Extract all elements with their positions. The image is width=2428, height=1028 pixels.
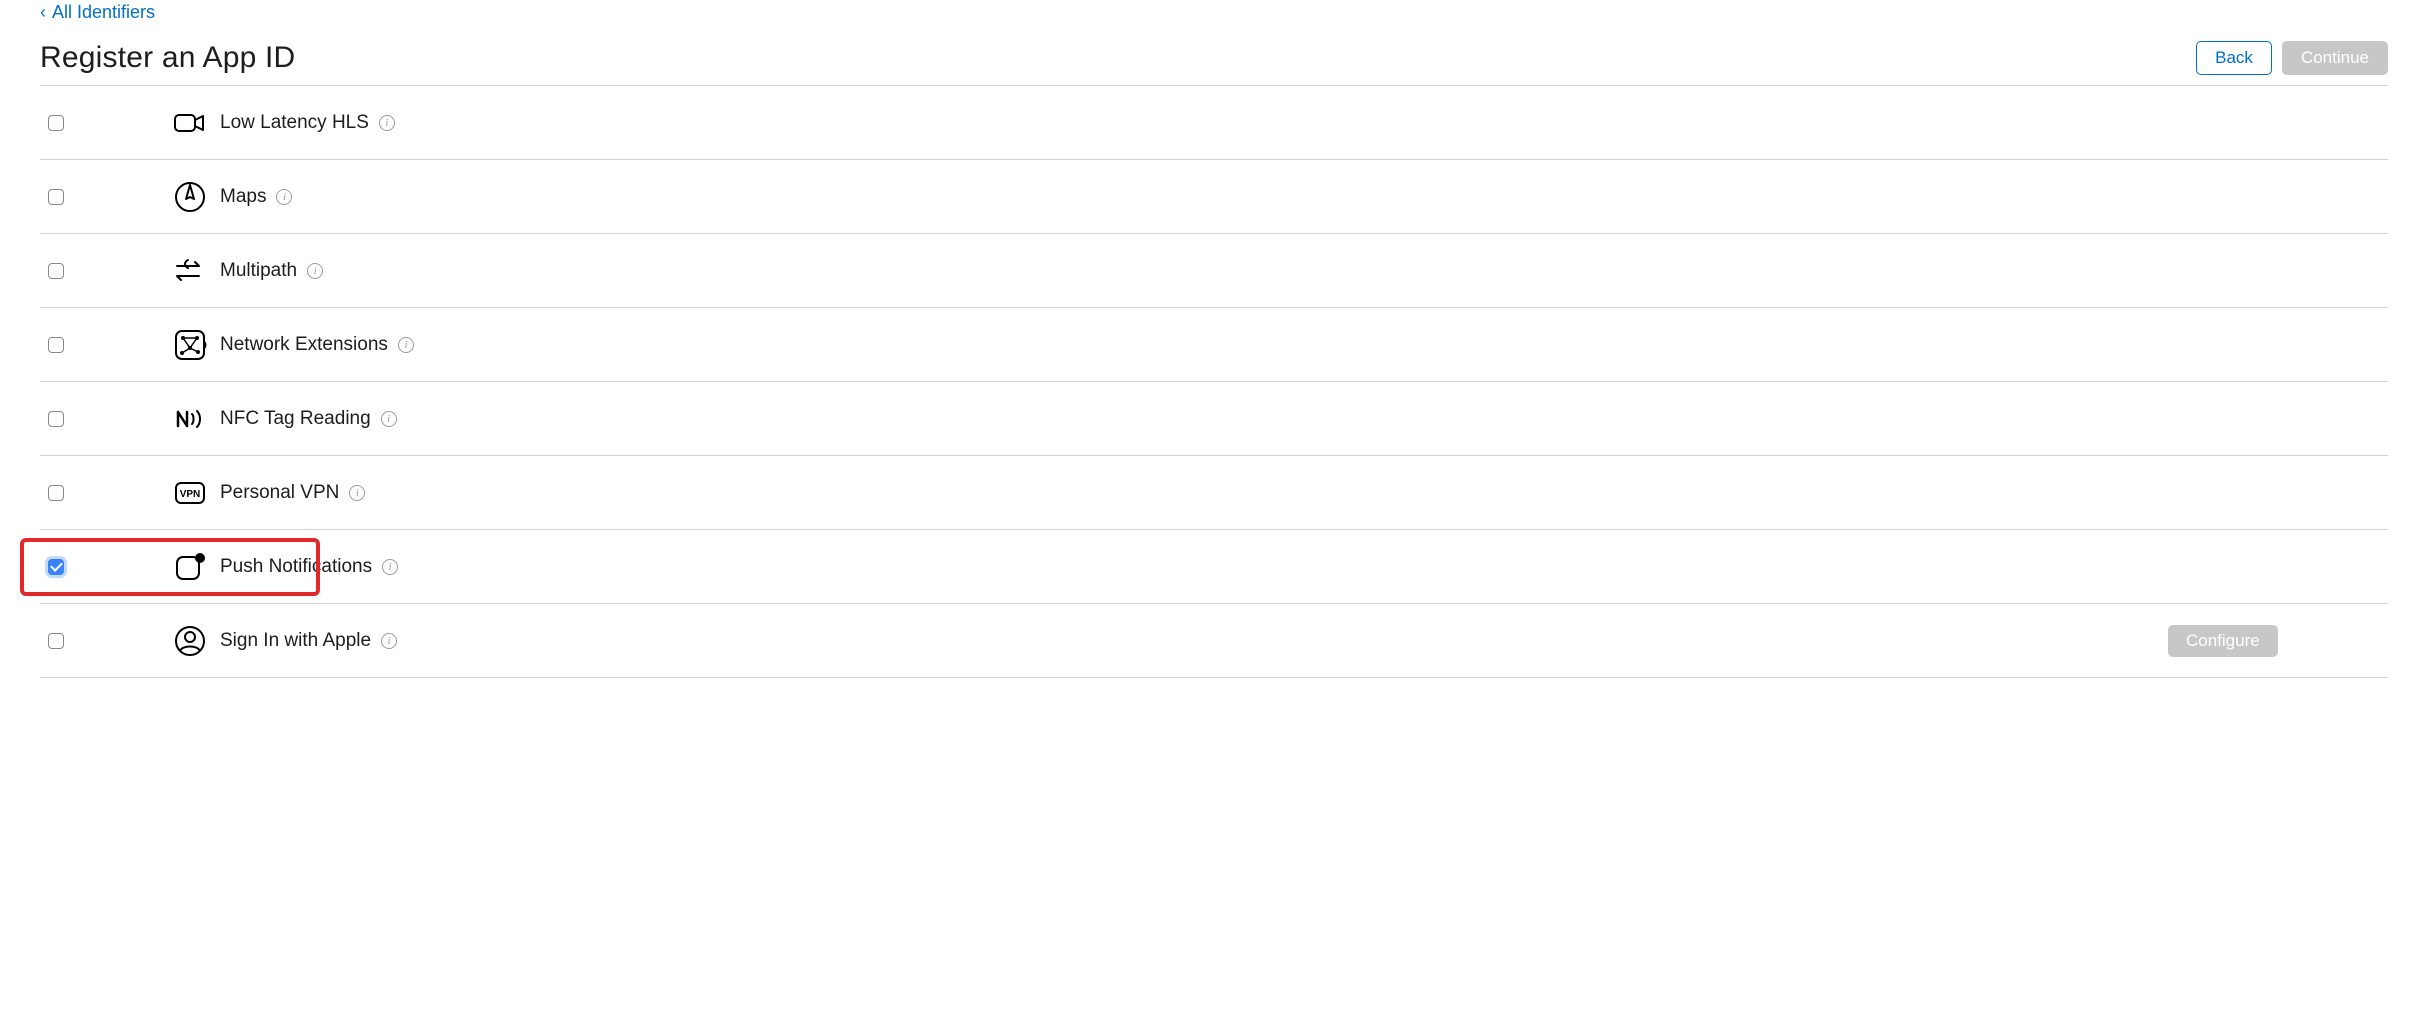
capability-checkbox-sign-in-with-apple[interactable] (48, 633, 64, 649)
capability-checkbox-low-latency-hls[interactable] (48, 115, 64, 131)
capability-row-personal-vpn: Personal VPN i (40, 456, 2388, 530)
chevron-left-icon: ‹ (40, 2, 46, 23)
info-icon[interactable]: i (381, 633, 397, 649)
push-badge-icon (173, 550, 207, 584)
network-graph-icon (173, 328, 207, 362)
compass-icon (173, 180, 207, 214)
capability-row-push-notifications: Push Notifications i (40, 530, 2388, 604)
capability-checkbox-push-notifications[interactable] (48, 559, 64, 575)
configure-button-sign-in-with-apple: Configure (2168, 625, 2278, 657)
capabilities-table: Low Latency HLSiMapsiMultipathiNetwork E… (40, 85, 2388, 678)
capability-checkbox-multipath[interactable] (48, 263, 64, 279)
capability-checkbox-nfc-tag-reading[interactable] (48, 411, 64, 427)
info-icon[interactable]: i (381, 411, 397, 427)
capability-label: Network Extensions (220, 334, 388, 356)
capability-checkbox-maps[interactable] (48, 189, 64, 205)
all-identifiers-link[interactable]: ‹ All Identifiers (40, 2, 155, 23)
person-circle-icon (173, 624, 207, 658)
continue-button: Continue (2282, 41, 2388, 75)
capability-label: Multipath (220, 260, 297, 282)
capability-label: Sign In with Apple (220, 630, 371, 652)
info-icon[interactable]: i (349, 485, 365, 501)
info-icon[interactable]: i (307, 263, 323, 279)
capability-label: Push Notifications (220, 556, 372, 578)
capability-checkbox-network-extensions[interactable] (48, 337, 64, 353)
capability-row-low-latency-hls: Low Latency HLS i (40, 86, 2388, 160)
back-button[interactable]: Back (2196, 41, 2272, 75)
capability-label: Maps (220, 186, 266, 208)
info-icon[interactable]: i (276, 189, 292, 205)
capability-row-sign-in-with-apple: Sign In with Apple i Configure (40, 604, 2388, 678)
capability-row-multipath: Multipath i (40, 234, 2388, 308)
capability-row-nfc-tag-reading: NFC Tag Reading i (40, 382, 2388, 456)
all-identifiers-label: All Identifiers (52, 2, 155, 23)
info-icon[interactable]: i (382, 559, 398, 575)
capability-label: Low Latency HLS (220, 112, 369, 134)
page-title: Register an App ID (40, 41, 295, 75)
video-camera-icon (173, 106, 207, 140)
capability-label: NFC Tag Reading (220, 408, 371, 430)
capability-row-maps: Mapsi (40, 160, 2388, 234)
nfc-waves-icon (173, 402, 207, 436)
info-icon[interactable]: i (398, 337, 414, 353)
vpn-badge-icon (173, 476, 207, 510)
multipath-arrows-icon (173, 254, 207, 288)
capability-row-network-extensions: Network Extensions i (40, 308, 2388, 382)
capability-checkbox-personal-vpn[interactable] (48, 485, 64, 501)
info-icon[interactable]: i (379, 115, 395, 131)
capability-label: Personal VPN (220, 482, 339, 504)
